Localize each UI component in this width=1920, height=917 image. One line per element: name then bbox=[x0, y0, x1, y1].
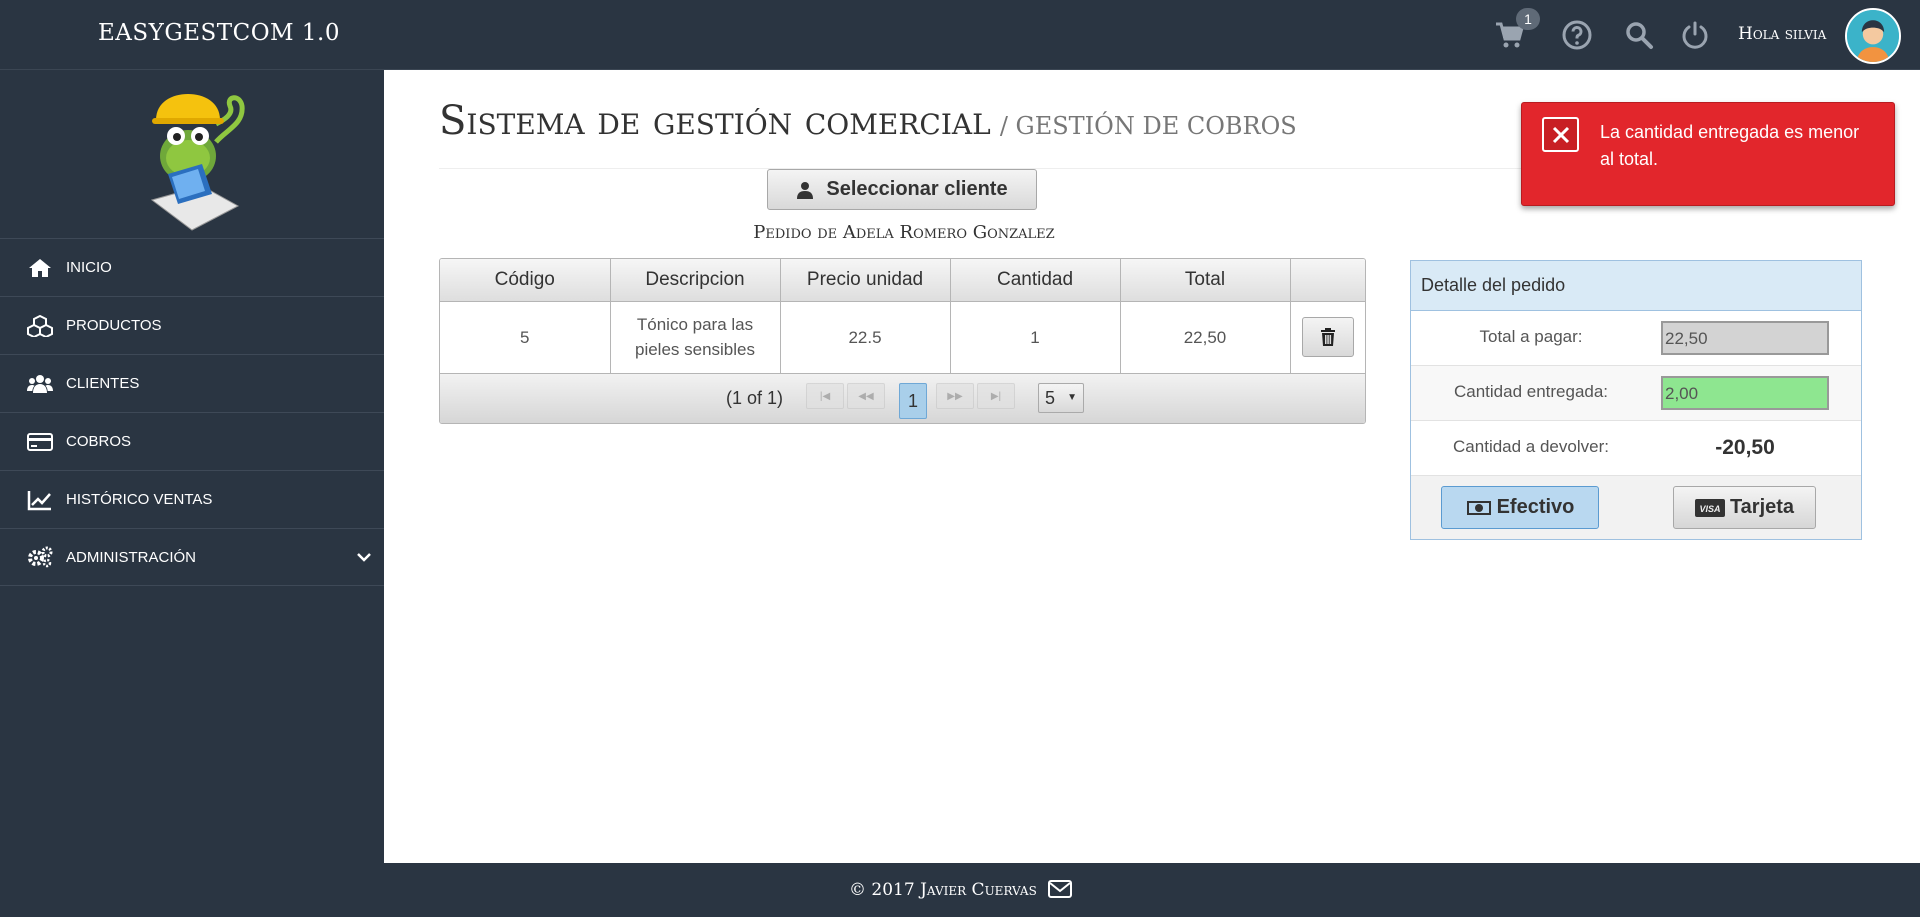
entregada-input[interactable]: 2,00 bbox=[1661, 376, 1829, 410]
select-client-label: Seleccionar cliente bbox=[826, 178, 1008, 200]
sidebar-item-label: HISTÓRICO VENTAS bbox=[66, 491, 213, 508]
mail-icon[interactable] bbox=[1048, 879, 1072, 899]
devolver-value: -20,50 bbox=[1715, 436, 1775, 459]
order-detail-panel: Detalle del pedido Total a pagar: 22,50 … bbox=[1410, 260, 1862, 540]
search-icon[interactable] bbox=[1622, 18, 1656, 52]
sidebar-item-cobros[interactable]: COBROS bbox=[0, 412, 384, 470]
entregada-label: Cantidad entregada: bbox=[1453, 382, 1609, 401]
user-greeting[interactable]: Hola silvia bbox=[1738, 24, 1826, 44]
sidebar-item-inicio[interactable]: INICIO bbox=[0, 238, 384, 296]
cell-cantidad: 1 bbox=[950, 301, 1121, 373]
column-header-codigo[interactable]: Código bbox=[440, 259, 611, 302]
order-table: Código Descripcion Precio unidad Cantida… bbox=[439, 258, 1366, 424]
cart-count-badge: 1 bbox=[1516, 8, 1540, 30]
visa-icon-text: VISA bbox=[1699, 504, 1720, 514]
sidebar-item-productos[interactable]: PRODUCTOS bbox=[0, 296, 384, 354]
page-number-button[interactable]: 1 bbox=[899, 383, 927, 419]
gears-icon bbox=[26, 545, 54, 569]
prev-page-button[interactable]: ◀◀ bbox=[847, 383, 885, 409]
devolver-row: Cantidad a devolver: -20,50 bbox=[1411, 421, 1861, 476]
entregada-row: Cantidad entregada: 2,00 bbox=[1411, 366, 1861, 421]
visa-icon: VISA bbox=[1694, 498, 1725, 517]
devolver-label: Cantidad a devolver: bbox=[1453, 437, 1609, 456]
line-chart-icon bbox=[26, 488, 54, 512]
sidebar-item-label: ADMINISTRACIÓN bbox=[66, 548, 197, 566]
page-title-main: Sistema de gestión comercial bbox=[439, 98, 991, 144]
sidebar-item-administracion[interactable]: ADMINISTRACIÓN bbox=[0, 528, 384, 586]
column-header-cantidad[interactable]: Cantidad bbox=[950, 259, 1121, 302]
chevron-down-icon[interactable] bbox=[354, 547, 374, 567]
cell-total: 22,50 bbox=[1120, 301, 1291, 373]
delete-row-button[interactable] bbox=[1301, 317, 1354, 358]
cell-precio: 22.5 bbox=[780, 301, 951, 373]
paginator: (1 of 1) |◀ ◀◀ 1 ▶▶ ▶| 5 ▼ bbox=[440, 373, 1365, 423]
users-icon bbox=[26, 372, 54, 396]
card-payment-label: Tarjeta bbox=[1729, 496, 1795, 518]
app-logo bbox=[138, 82, 248, 237]
payment-buttons-row: Efectivo VISA Tarjeta bbox=[1411, 476, 1861, 539]
column-header-descripcion[interactable]: Descripcion bbox=[610, 259, 781, 302]
cubes-icon bbox=[26, 314, 54, 338]
first-page-button[interactable]: |◀ bbox=[806, 383, 844, 409]
sidebar-item-label: PRODUCTOS bbox=[66, 317, 162, 334]
order-customer-label: Pedido de Adela Romero Gonzalez bbox=[753, 222, 1055, 243]
user-avatar[interactable] bbox=[1845, 8, 1901, 64]
error-toast: La cantidad entregada es menor al total. bbox=[1521, 102, 1895, 206]
next-page-button[interactable]: ▶▶ bbox=[936, 383, 974, 409]
credit-card-icon bbox=[26, 430, 54, 454]
rows-per-page-value: 5 bbox=[1045, 387, 1056, 408]
page-report: (1 of 1) bbox=[726, 388, 784, 408]
money-icon bbox=[1466, 500, 1491, 515]
home-icon bbox=[26, 256, 54, 280]
sidebar-item-historico-ventas[interactable]: HISTÓRICO VENTAS bbox=[0, 470, 384, 528]
cash-payment-button[interactable]: Efectivo bbox=[1441, 486, 1599, 529]
dropdown-arrow-icon: ▼ bbox=[1067, 392, 1077, 403]
help-icon[interactable] bbox=[1560, 18, 1594, 52]
column-header-precio[interactable]: Precio unidad bbox=[780, 259, 951, 302]
page-subtitle: / GESTIÓN DE COBROS bbox=[999, 112, 1297, 140]
card-payment-button[interactable]: VISA Tarjeta bbox=[1673, 486, 1816, 529]
column-header-actions bbox=[1290, 259, 1365, 302]
footer-copyright: © 2017 Javier Cuervas bbox=[849, 880, 1037, 900]
cell-descripcion: Tónico para las pieles sensibles bbox=[610, 301, 781, 373]
power-icon[interactable] bbox=[1678, 18, 1712, 52]
table-row[interactable]: 5 Tónico para las pieles sensibles 22.5 … bbox=[440, 301, 1365, 373]
total-field: 22,50 bbox=[1661, 321, 1829, 355]
total-row: Total a pagar: 22,50 bbox=[1411, 311, 1861, 366]
app-title[interactable]: EASYGESTCOM 1.0 bbox=[98, 20, 340, 46]
select-client-button[interactable]: Seleccionar cliente bbox=[767, 169, 1037, 210]
last-page-button[interactable]: ▶| bbox=[977, 383, 1015, 409]
sidebar-item-label: CLIENTES bbox=[66, 375, 140, 392]
column-header-total[interactable]: Total bbox=[1120, 259, 1291, 302]
cell-codigo: 5 bbox=[440, 301, 611, 373]
sidebar-item-clientes[interactable]: CLIENTES bbox=[0, 354, 384, 412]
cell-actions bbox=[1290, 301, 1365, 373]
detail-header: Detalle del pedido bbox=[1411, 261, 1861, 311]
sidebar-item-label: COBROS bbox=[66, 433, 132, 450]
user-icon bbox=[797, 181, 814, 199]
sidebar: INICIO PRODUCTOS CLIENTES COBROS HISTÓRI… bbox=[0, 70, 384, 863]
page-title: Sistema de gestión comercial / GESTIÓN D… bbox=[439, 98, 1297, 144]
cash-payment-label: Efectivo bbox=[1496, 496, 1575, 518]
toast-message: La cantidad entregada es menor al total. bbox=[1600, 122, 1860, 169]
total-label: Total a pagar: bbox=[1479, 327, 1583, 346]
trash-icon bbox=[1320, 328, 1335, 347]
footer: © 2017 Javier Cuervas bbox=[0, 863, 1920, 917]
sidebar-item-label: INICIO bbox=[66, 259, 112, 276]
close-icon[interactable] bbox=[1542, 117, 1579, 152]
rows-per-page-select[interactable]: 5 ▼ bbox=[1038, 383, 1084, 413]
top-bar: EASYGESTCOM 1.0 1 Hola silvia bbox=[0, 0, 1920, 70]
